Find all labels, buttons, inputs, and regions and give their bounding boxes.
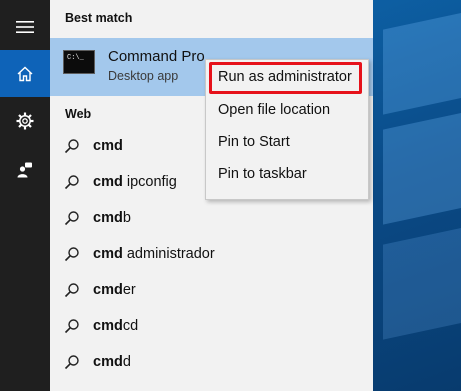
query-match: cmd <box>93 282 123 298</box>
web-result-item[interactable]: cmdd <box>50 345 373 381</box>
query-suffix: d <box>122 354 131 370</box>
search-icon <box>64 139 79 154</box>
search-icon <box>64 355 79 370</box>
best-match-heading: Best match <box>65 11 133 25</box>
pin-to-taskbar-item[interactable]: Pin to taskbar <box>218 166 307 182</box>
search-icon <box>64 211 79 226</box>
web-result-text: cmdd <box>93 354 131 370</box>
app-title: Command Pro <box>108 48 205 65</box>
query-match: cmd <box>93 246 123 262</box>
feedback-button[interactable] <box>0 146 50 193</box>
web-result-item[interactable]: cmdcd <box>50 309 373 345</box>
web-result-text: cmder <box>93 282 136 298</box>
web-result-text: cmd ipconfig <box>93 174 177 190</box>
query-suffix: cd <box>122 318 139 334</box>
web-result-text: cmdb <box>93 210 131 226</box>
query-suffix: er <box>122 282 136 298</box>
search-icon <box>64 247 79 262</box>
web-result-item[interactable]: cmder <box>50 273 373 309</box>
query-suffix: b <box>122 210 131 226</box>
web-result-text: cmd <box>93 138 123 154</box>
gear-icon <box>16 112 34 129</box>
query-match: cmd <box>93 210 123 226</box>
home-icon <box>17 66 33 81</box>
web-result-text: cmdcd <box>93 318 138 334</box>
query-match: cmd <box>93 174 123 190</box>
hamburger-menu-button[interactable] <box>0 3 50 50</box>
open-file-location-item[interactable]: Open file location <box>218 102 330 118</box>
query-match: cmd <box>93 318 123 334</box>
query-match: cmd <box>93 138 123 154</box>
query-suffix: administrador <box>122 246 215 262</box>
settings-button[interactable] <box>0 97 50 144</box>
highlight-box <box>209 62 362 94</box>
start-menu-rail <box>0 0 50 391</box>
query-suffix: ipconfig <box>122 174 177 190</box>
web-result-item[interactable]: cmdb <box>50 201 373 237</box>
search-icon <box>64 175 79 190</box>
hamburger-menu-icon <box>16 20 34 33</box>
web-result-item[interactable]: cmd administrador <box>50 237 373 273</box>
icon-prompt-text: C:\_ <box>67 54 84 62</box>
pin-to-start-item[interactable]: Pin to Start <box>218 134 290 150</box>
command-prompt-icon: C:\_ <box>63 50 95 74</box>
web-result-text: cmd administrador <box>93 246 215 262</box>
desktop-background <box>373 0 461 391</box>
app-subtitle: Desktop app <box>108 69 179 83</box>
home-button[interactable] <box>0 50 50 97</box>
feedback-person-icon <box>17 162 32 177</box>
search-icon <box>64 283 79 298</box>
web-heading: Web <box>65 107 92 121</box>
query-match: cmd <box>93 354 123 370</box>
search-icon <box>64 319 79 334</box>
